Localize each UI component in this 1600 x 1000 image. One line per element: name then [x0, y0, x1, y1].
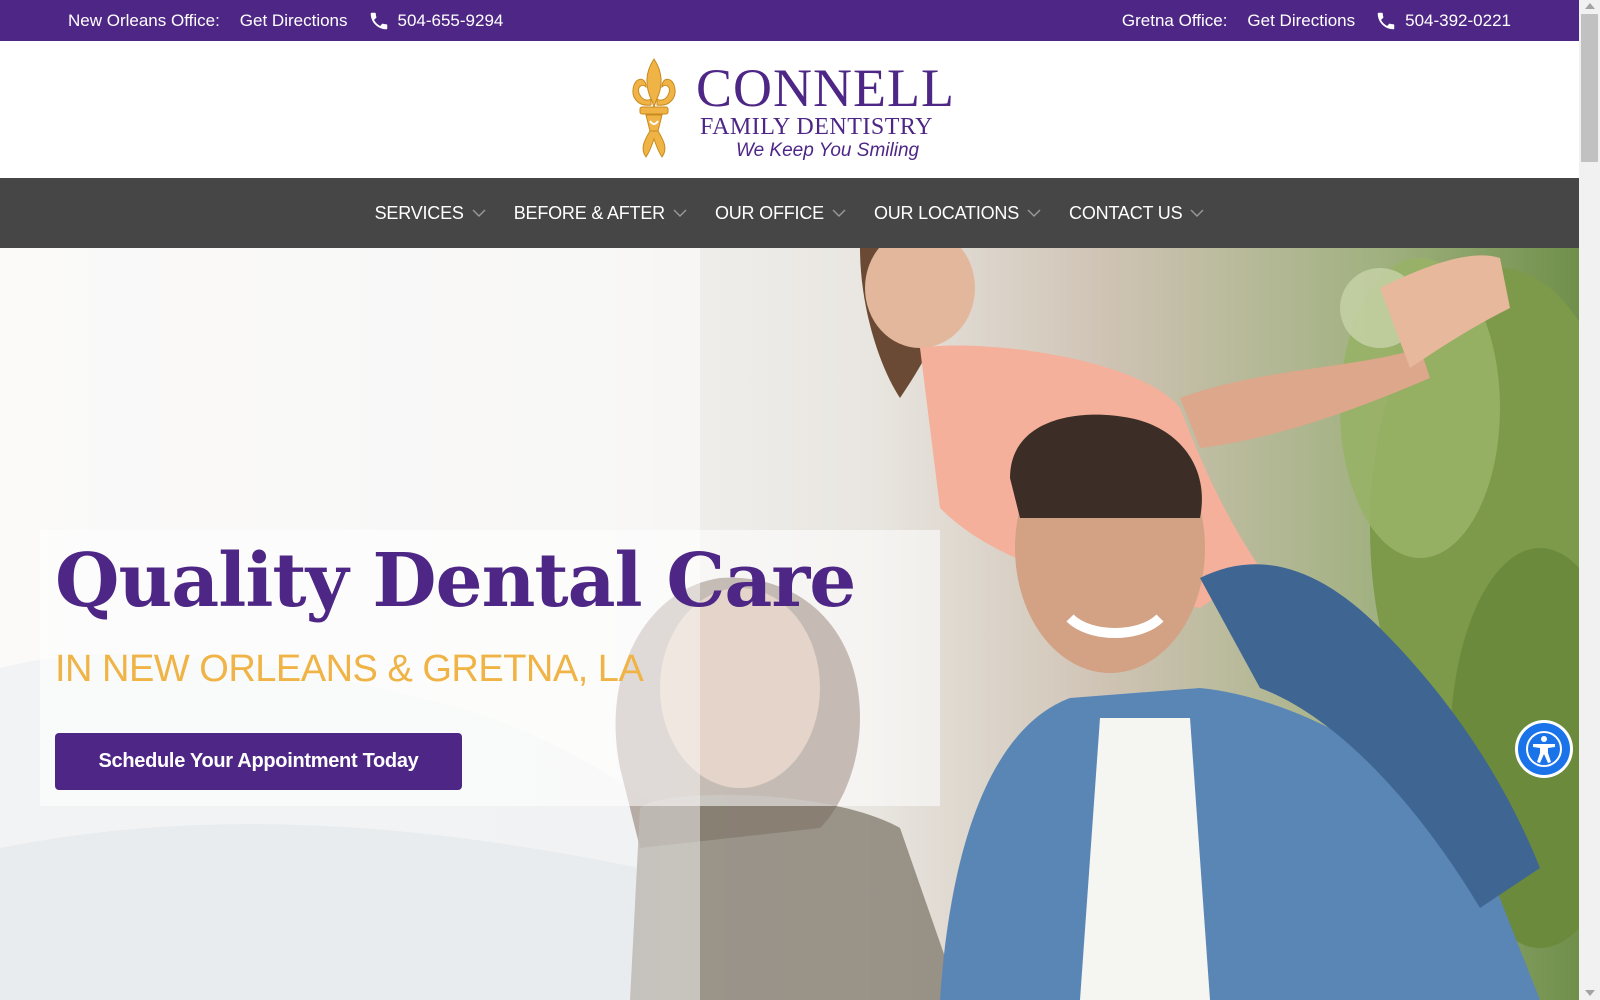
scroll-up-icon[interactable] — [1585, 3, 1595, 9]
get-directions-link[interactable]: Get Directions — [1247, 11, 1355, 31]
office-label: New Orleans Office: — [68, 10, 220, 30]
nav-item-label: OUR OFFICE — [714, 202, 824, 223]
accessibility-icon — [1518, 723, 1570, 775]
hero-section: Quality Dental Care IN NEW ORLEANS & GRE… — [0, 248, 1579, 1000]
top-contact-bar: New Orleans Office: Get Directions 504-6… — [0, 0, 1579, 41]
scrollbar-thumb[interactable] — [1581, 14, 1598, 162]
chevron-down-icon — [472, 208, 486, 218]
nav-item-label: OUR LOCATIONS — [873, 202, 1020, 223]
scroll-down-icon[interactable] — [1585, 990, 1595, 996]
get-directions-link[interactable]: Get Directions — [240, 11, 348, 31]
chevron-down-icon — [1027, 208, 1041, 218]
nav-item-label: SERVICES — [374, 202, 464, 223]
logo-subtitle: FAMILY DENTISTRY — [700, 114, 933, 140]
nav-item-before-after[interactable]: BEFORE & AFTER — [514, 203, 687, 224]
nav-item-our-locations[interactable]: OUR LOCATIONS — [874, 203, 1041, 224]
logo-name: CONNELL — [696, 58, 955, 118]
site-header: CONNELL FAMILY DENTISTRY We Keep You Smi… — [0, 41, 1579, 178]
page-scrollbar[interactable] — [1579, 0, 1600, 1000]
phone-link[interactable]: 504-392-0221 — [1405, 11, 1511, 31]
nav-item-our-office[interactable]: OUR OFFICE — [715, 203, 846, 224]
hero-subtitle: IN NEW ORLEANS & GRETNA, LA — [55, 648, 644, 690]
schedule-appointment-button[interactable]: Schedule Your Appointment Today — [55, 733, 462, 790]
site-logo[interactable]: CONNELL FAMILY DENTISTRY We Keep You Smi… — [628, 57, 958, 165]
office-label: Gretna Office: — [1121, 10, 1228, 30]
hero-title: Quality Dental Care — [55, 538, 856, 624]
nav-item-services[interactable]: SERVICES — [375, 203, 486, 224]
phone-icon — [368, 10, 390, 32]
new-orleans-office-contact: New Orleans Office: Get Directions 504-6… — [68, 0, 503, 41]
gretna-office-contact: Gretna Office: Get Directions 504-392-02… — [1122, 0, 1511, 41]
nav-item-contact-us[interactable]: CONTACT US — [1069, 203, 1204, 224]
logo-tagline: We Keep You Smiling — [736, 140, 920, 161]
chevron-down-icon — [832, 208, 846, 218]
chevron-down-icon — [673, 208, 687, 218]
accessibility-button[interactable] — [1515, 720, 1573, 778]
chevron-down-icon — [1190, 208, 1204, 218]
fleur-de-lis-icon — [632, 58, 676, 158]
phone-link[interactable]: 504-655-9294 — [398, 11, 504, 31]
main-navigation: SERVICES BEFORE & AFTER OUR OFFICE OUR L… — [0, 178, 1579, 248]
phone-icon — [1375, 10, 1397, 32]
nav-item-label: CONTACT US — [1069, 202, 1183, 223]
nav-item-label: BEFORE & AFTER — [513, 202, 665, 223]
